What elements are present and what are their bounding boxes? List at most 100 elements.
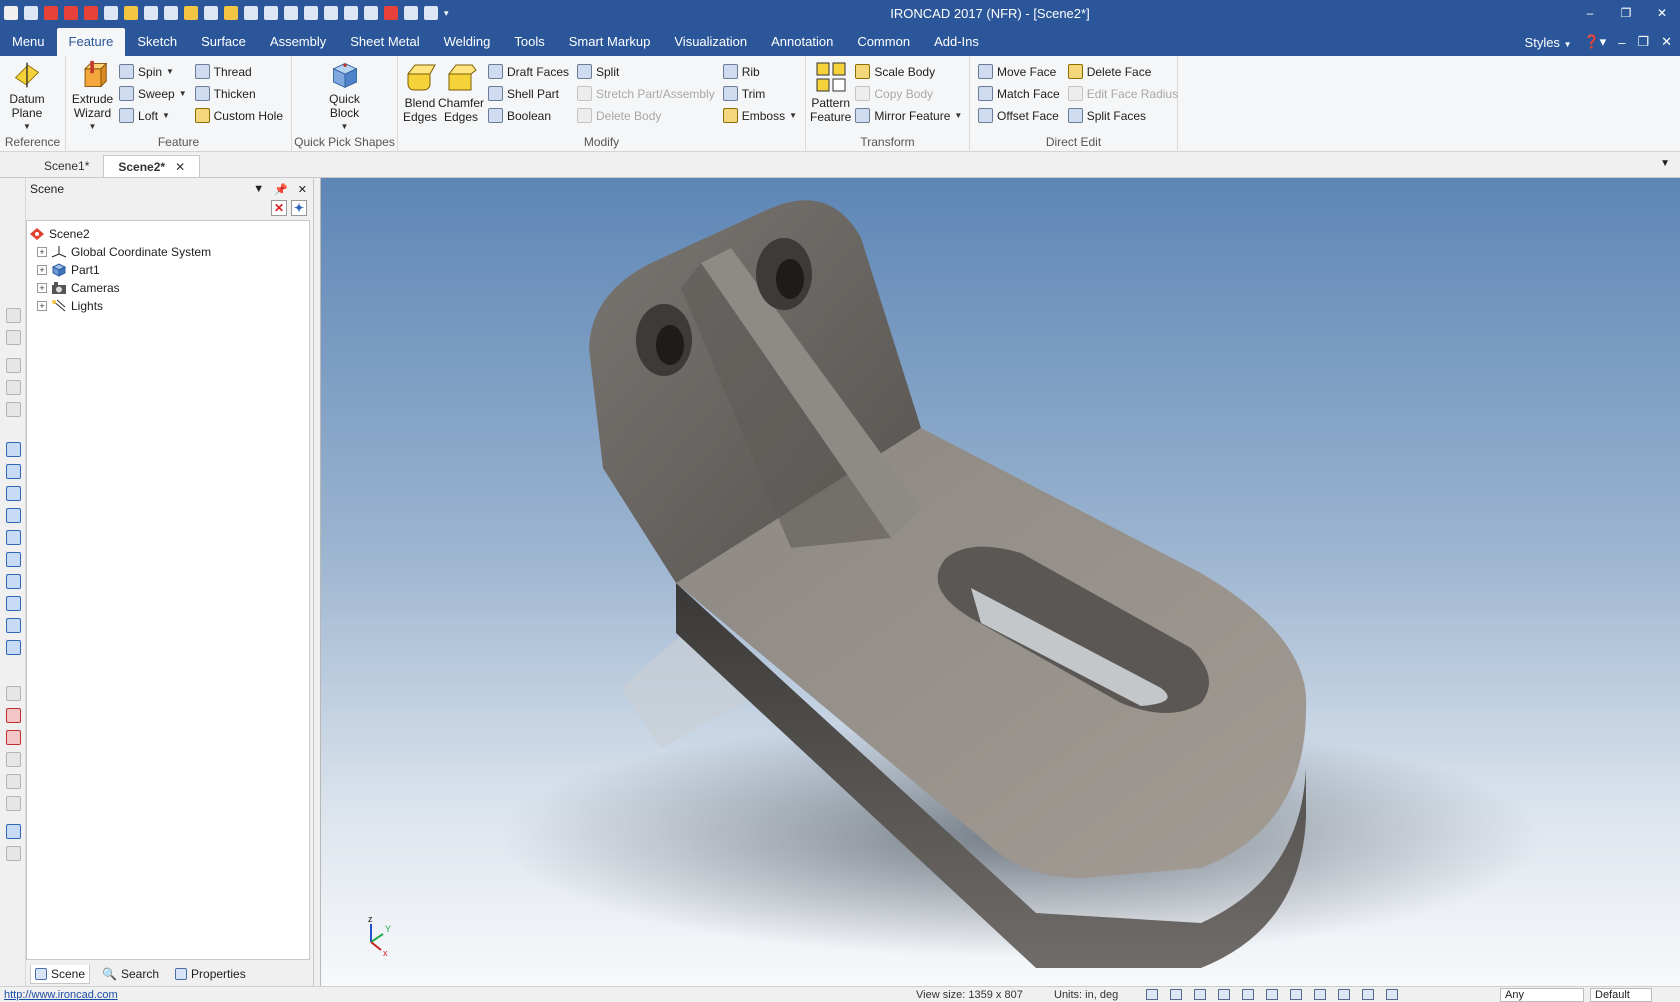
triball-icon[interactable] bbox=[304, 6, 318, 20]
options-icon[interactable] bbox=[184, 6, 198, 20]
panel-tab-search[interactable]: 🔍 Search bbox=[98, 965, 163, 983]
blend-edges-button[interactable]: Blend Edges bbox=[402, 60, 438, 134]
chamfer-edges-button[interactable]: Chamfer Edges bbox=[438, 60, 484, 134]
display-icon[interactable] bbox=[1218, 989, 1230, 1000]
render-icon[interactable] bbox=[284, 6, 298, 20]
view-cube-icon[interactable] bbox=[1314, 989, 1326, 1000]
clear-filter-icon[interactable]: ✕ bbox=[271, 200, 287, 216]
ribbon-close-icon[interactable]: ✕ bbox=[1661, 34, 1672, 50]
line-tool-icon[interactable] bbox=[424, 6, 438, 20]
mirror-feature-button[interactable]: Mirror Feature ▼ bbox=[855, 106, 962, 125]
view-left-icon[interactable] bbox=[6, 486, 21, 501]
thread-button[interactable]: Thread bbox=[194, 62, 283, 81]
view-wire-icon[interactable] bbox=[6, 618, 21, 633]
angle-icon[interactable] bbox=[6, 752, 21, 767]
close-all-icon[interactable] bbox=[84, 6, 98, 20]
split-faces-button[interactable]: Split Faces bbox=[1067, 106, 1178, 125]
tab-add-ins[interactable]: Add-Ins bbox=[922, 28, 991, 56]
style-select[interactable]: Default bbox=[1590, 988, 1652, 1002]
select-mode-icon[interactable] bbox=[1242, 989, 1254, 1000]
move-face-button[interactable]: Move Face bbox=[978, 62, 1060, 81]
smart-dimension-icon[interactable] bbox=[6, 708, 21, 723]
list-icon[interactable] bbox=[344, 6, 358, 20]
minimize-button[interactable]: – bbox=[1572, 0, 1608, 26]
doc-tab-scene1[interactable]: Scene1* bbox=[30, 155, 103, 177]
tab-welding[interactable]: Welding bbox=[432, 28, 503, 56]
offset-face-button[interactable]: Offset Face bbox=[978, 106, 1060, 125]
orbit-icon[interactable] bbox=[6, 774, 21, 789]
view-top-icon[interactable] bbox=[6, 530, 21, 545]
restore-button[interactable]: ❐ bbox=[1608, 0, 1644, 26]
tab-sheet-metal[interactable]: Sheet Metal bbox=[338, 28, 431, 56]
undo-icon[interactable] bbox=[244, 6, 258, 20]
app-logo-icon[interactable] bbox=[4, 6, 18, 20]
close-file-icon[interactable] bbox=[64, 6, 78, 20]
view-back-icon[interactable] bbox=[6, 464, 21, 479]
match-face-button[interactable]: Match Face bbox=[978, 84, 1060, 103]
trim-button[interactable]: Trim bbox=[722, 84, 797, 103]
expand-icon[interactable]: + bbox=[37, 265, 47, 275]
tab-feature[interactable]: Feature bbox=[56, 28, 126, 56]
view-shaded-icon[interactable] bbox=[6, 596, 21, 611]
cursor-icon[interactable] bbox=[1362, 989, 1374, 1000]
folder-icon[interactable] bbox=[124, 6, 138, 20]
boolean-button[interactable]: Boolean bbox=[487, 106, 569, 125]
expand-icon[interactable]: + bbox=[37, 301, 47, 311]
sweep-button[interactable]: Sweep ▼ bbox=[119, 84, 187, 103]
view-bottom-icon[interactable] bbox=[6, 552, 21, 567]
tab-menu[interactable]: Menu bbox=[0, 28, 57, 56]
panel-tab-scene[interactable]: Scene bbox=[30, 964, 91, 984]
rib-button[interactable]: Rib bbox=[722, 62, 797, 81]
layer-2-icon[interactable] bbox=[6, 330, 21, 345]
stretch-part-button[interactable]: Stretch Part/Assembly bbox=[577, 84, 715, 103]
tab-common[interactable]: Common bbox=[845, 28, 922, 56]
open-file-icon[interactable] bbox=[44, 6, 58, 20]
pointer-icon[interactable] bbox=[1386, 989, 1398, 1000]
scene-options-icon[interactable]: ✦ bbox=[291, 200, 307, 216]
close-button[interactable]: ✕ bbox=[1644, 0, 1680, 26]
print-icon[interactable] bbox=[104, 6, 118, 20]
layer-3-icon[interactable] bbox=[6, 358, 21, 373]
tree-node-lights[interactable]: + Lights bbox=[29, 297, 307, 315]
emboss-button[interactable]: Emboss ▼ bbox=[722, 106, 797, 125]
save-as-icon[interactable] bbox=[164, 6, 178, 20]
tab-annotation[interactable]: Annotation bbox=[759, 28, 845, 56]
tab-visualization[interactable]: Visualization bbox=[662, 28, 759, 56]
cut-icon[interactable] bbox=[204, 6, 218, 20]
datum-plane-button[interactable]: Datum Plane ▼ bbox=[4, 60, 50, 134]
help-icon[interactable]: ❓▾ bbox=[1583, 34, 1606, 50]
tree-node-part1[interactable]: + Part1 bbox=[29, 261, 307, 279]
panel-dropdown-icon[interactable]: ▼ bbox=[253, 183, 264, 196]
draft-faces-button[interactable]: Draft Faces bbox=[487, 62, 569, 81]
ruler-icon[interactable] bbox=[6, 846, 21, 861]
copy-icon[interactable] bbox=[224, 6, 238, 20]
zoom-fit-icon[interactable] bbox=[1170, 989, 1182, 1000]
close-tab-icon[interactable]: ✕ bbox=[175, 156, 185, 178]
snap-icon[interactable] bbox=[1266, 989, 1278, 1000]
doc-tab-scene2[interactable]: Scene2* ✕ bbox=[103, 155, 201, 178]
constraint-icon[interactable] bbox=[6, 730, 21, 745]
qat-customize-icon[interactable]: ▾ bbox=[444, 8, 449, 19]
delete-face-button[interactable]: Delete Face bbox=[1067, 62, 1178, 81]
copy-body-button[interactable]: Copy Body bbox=[855, 84, 962, 103]
layout-icon[interactable] bbox=[364, 6, 378, 20]
tutorial-icon[interactable] bbox=[404, 6, 418, 20]
tab-tools[interactable]: Tools bbox=[502, 28, 556, 56]
layer-5-icon[interactable] bbox=[6, 402, 21, 417]
tree-node-scene2[interactable]: Scene2 bbox=[29, 225, 307, 243]
edit-face-radius-button[interactable]: Edit Face Radius bbox=[1067, 84, 1178, 103]
expand-icon[interactable]: + bbox=[37, 283, 47, 293]
view-right-icon[interactable] bbox=[6, 508, 21, 523]
tree-node-cameras[interactable]: + Cameras bbox=[29, 279, 307, 297]
measure-icon[interactable] bbox=[6, 686, 21, 701]
quick-block-button[interactable]: Quick Block ▼ bbox=[322, 60, 368, 134]
panel-close-icon[interactable]: ✕ bbox=[298, 183, 307, 196]
tab-assembly[interactable]: Assembly bbox=[258, 28, 338, 56]
filter-icon[interactable] bbox=[1290, 989, 1302, 1000]
tab-smart-markup[interactable]: Smart Markup bbox=[557, 28, 663, 56]
thicken-button[interactable]: Thicken bbox=[194, 84, 283, 103]
no-entry-icon[interactable] bbox=[6, 796, 21, 811]
panel-tab-properties[interactable]: Properties bbox=[171, 965, 250, 983]
ribbon-minimize-icon[interactable]: – bbox=[1618, 35, 1625, 50]
spin-button[interactable]: Spin ▼ bbox=[119, 62, 187, 81]
